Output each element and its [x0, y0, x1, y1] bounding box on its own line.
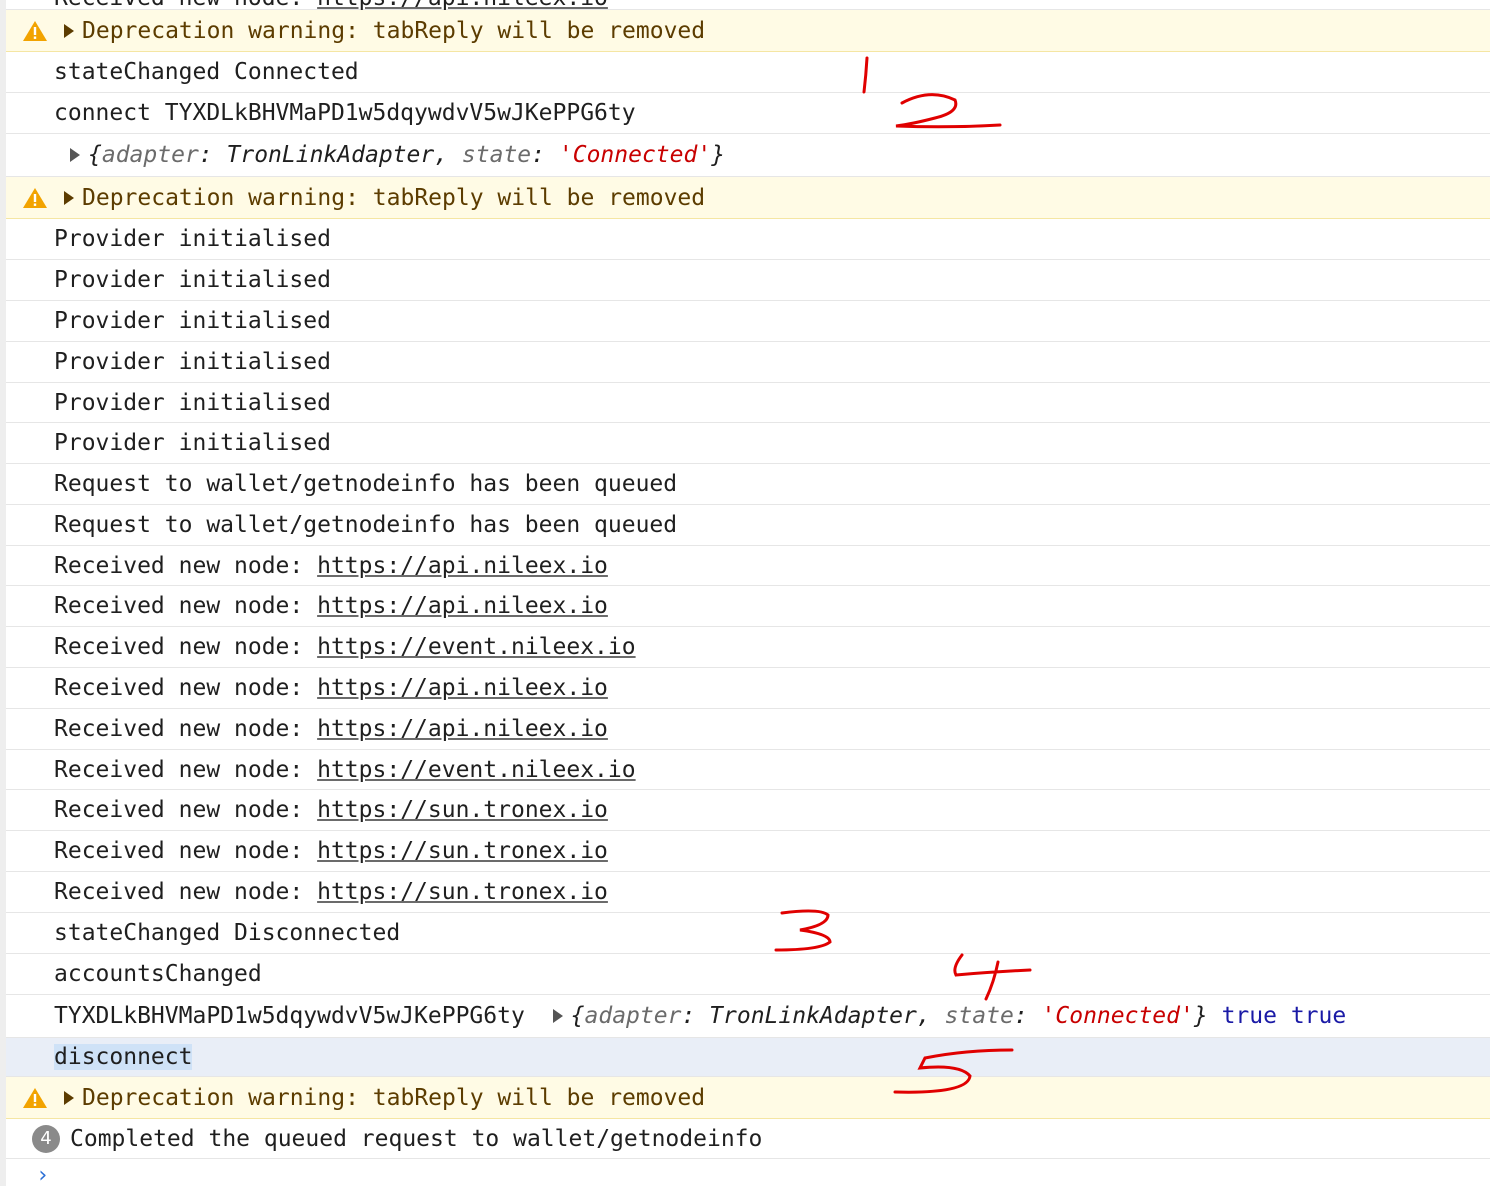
log-row[interactable]: 4 Completed the queued request to wallet… — [6, 1119, 1490, 1159]
node-link[interactable]: https://api.nileex.io — [317, 675, 608, 701]
log-text: Provider initialised — [54, 349, 331, 375]
log-text: Received new node: — [54, 634, 318, 660]
object-row[interactable]: {adapter: TronLinkAdapter, state: 'Conne… — [6, 134, 1490, 177]
log-row[interactable]: Provider initialised — [6, 219, 1490, 260]
log-row[interactable]: Provider initialised — [6, 342, 1490, 383]
log-row[interactable]: Received new node: https://api.nileex.io — [6, 586, 1490, 627]
log-text: stateChanged Disconnected — [54, 920, 401, 946]
node-link[interactable]: https://event.nileex.io — [317, 634, 636, 660]
object-preview: {adapter: TronLinkAdapter, state: 'Conne… — [88, 142, 726, 168]
log-text: Received new node: — [54, 756, 318, 783]
log-row[interactable]: Received new node: https://api.nileex.io — [6, 668, 1490, 709]
node-link[interactable]: https://api.nileex.io — [317, 716, 608, 742]
log-text: Request to wallet/getnodeinfo has been q… — [54, 471, 678, 497]
log-text: Received new node: — [54, 838, 318, 864]
warning-text: Deprecation warning: tabReply will be re… — [82, 184, 706, 211]
log-row[interactable]: stateChanged Disconnected — [6, 913, 1490, 954]
node-link[interactable]: https://sun.tronex.io — [317, 797, 608, 823]
log-row[interactable]: Received new node: https://sun.tronex.io — [6, 790, 1490, 831]
node-link[interactable]: https://sun.tronex.io — [317, 879, 608, 905]
expand-triangle-icon[interactable] — [64, 190, 74, 205]
log-row[interactable]: Request to wallet/getnodeinfo has been q… — [6, 464, 1490, 505]
log-text: accountsChanged — [54, 961, 262, 987]
warning-icon — [23, 20, 47, 41]
warning-row[interactable]: Deprecation warning: tabReply will be re… — [6, 1077, 1490, 1119]
expand-triangle-icon[interactable] — [70, 148, 80, 162]
log-row[interactable]: TYXDLkBHVMaPD1w5dqywdvV5wJKePPG6ty {adap… — [6, 995, 1490, 1038]
node-link[interactable]: https://sun.tronex.io — [317, 838, 608, 864]
warning-row[interactable]: Deprecation warning: tabReply will be re… — [6, 10, 1490, 52]
node-link[interactable]: https://api.nileex.io — [317, 593, 608, 619]
repeat-count-badge: 4 — [32, 1124, 60, 1153]
devtools-console: Received new node: https://api.nileex.io… — [0, 0, 1490, 1188]
warning-text: Deprecation warning: tabReply will be re… — [82, 17, 706, 44]
log-text: Provider initialised — [54, 226, 331, 252]
log-row[interactable]: Received new node: https://event.nileex.… — [6, 627, 1490, 668]
node-link[interactable]: https://event.nileex.io — [317, 757, 636, 783]
log-text: Provider initialised — [54, 389, 331, 416]
log-row[interactable]: Provider initialised — [6, 383, 1490, 423]
log-text: Completed the queued request to wallet/g… — [70, 1125, 763, 1152]
selected-log-row[interactable]: disconnect — [6, 1038, 1490, 1077]
log-text: connect TYXDLkBHVMaPD1w5dqywdvV5wJKePPG6… — [54, 100, 636, 126]
log-text: stateChanged Connected — [54, 59, 359, 85]
log-row[interactable]: Request to wallet/getnodeinfo has been q… — [6, 505, 1490, 546]
log-row[interactable]: Received new node: https://sun.tronex.io — [6, 872, 1490, 913]
log-text: disconnect — [54, 1044, 193, 1070]
log-text: Received new node: — [54, 0, 317, 11]
boolean-value: true true — [1221, 1003, 1347, 1029]
log-text: Received new node: — [54, 716, 318, 742]
log-text: Provider initialised — [54, 308, 331, 334]
log-row[interactable]: stateChanged Connected — [6, 52, 1490, 93]
log-text: Provider initialised — [54, 267, 331, 293]
warning-row[interactable]: Deprecation warning: tabReply will be re… — [6, 177, 1490, 219]
log-text: Received new node: — [54, 879, 318, 905]
expand-triangle-icon[interactable] — [64, 1090, 74, 1105]
expand-triangle-icon[interactable] — [64, 23, 74, 38]
log-row[interactable]: Provider initialised — [6, 260, 1490, 301]
warning-icon — [23, 187, 47, 208]
log-text: TYXDLkBHVMaPD1w5dqywdvV5wJKePPG6ty — [54, 1003, 539, 1029]
log-row[interactable]: connect TYXDLkBHVMaPD1w5dqywdvV5wJKePPG6… — [6, 93, 1490, 134]
log-row[interactable]: Received new node: https://api.nileex.io — [6, 0, 1490, 11]
log-row[interactable]: Provider initialised — [6, 423, 1490, 464]
log-row[interactable]: accountsChanged — [6, 954, 1490, 995]
node-link[interactable]: https://api.nileex.io — [317, 553, 608, 579]
log-text: Received new node: — [54, 552, 318, 579]
log-row[interactable]: Received new node: https://api.nileex.io — [6, 546, 1490, 586]
log-row[interactable]: Received new node: https://sun.tronex.io — [6, 831, 1490, 872]
log-row[interactable]: Received new node: https://event.nileex.… — [6, 750, 1490, 790]
object-preview: {adapter: TronLinkAdapter, state: 'Conne… — [570, 1003, 1208, 1029]
expand-triangle-icon[interactable] — [552, 1009, 563, 1023]
prompt-chevron-icon[interactable]: › — [36, 1163, 49, 1188]
log-row[interactable]: Received new node: https://api.nileex.io — [6, 709, 1490, 750]
log-row[interactable]: Provider initialised — [6, 301, 1490, 342]
log-text: Received new node: — [54, 675, 318, 701]
warning-icon — [23, 1087, 47, 1108]
node-link[interactable]: https://api.nileex.io — [317, 0, 608, 11]
log-text: Received new node: — [54, 797, 318, 823]
log-text: Request to wallet/getnodeinfo has been q… — [54, 512, 678, 538]
log-text: Received new node: — [54, 593, 318, 619]
log-text: Provider initialised — [54, 430, 331, 456]
warning-text: Deprecation warning: tabReply will be re… — [82, 1084, 706, 1111]
